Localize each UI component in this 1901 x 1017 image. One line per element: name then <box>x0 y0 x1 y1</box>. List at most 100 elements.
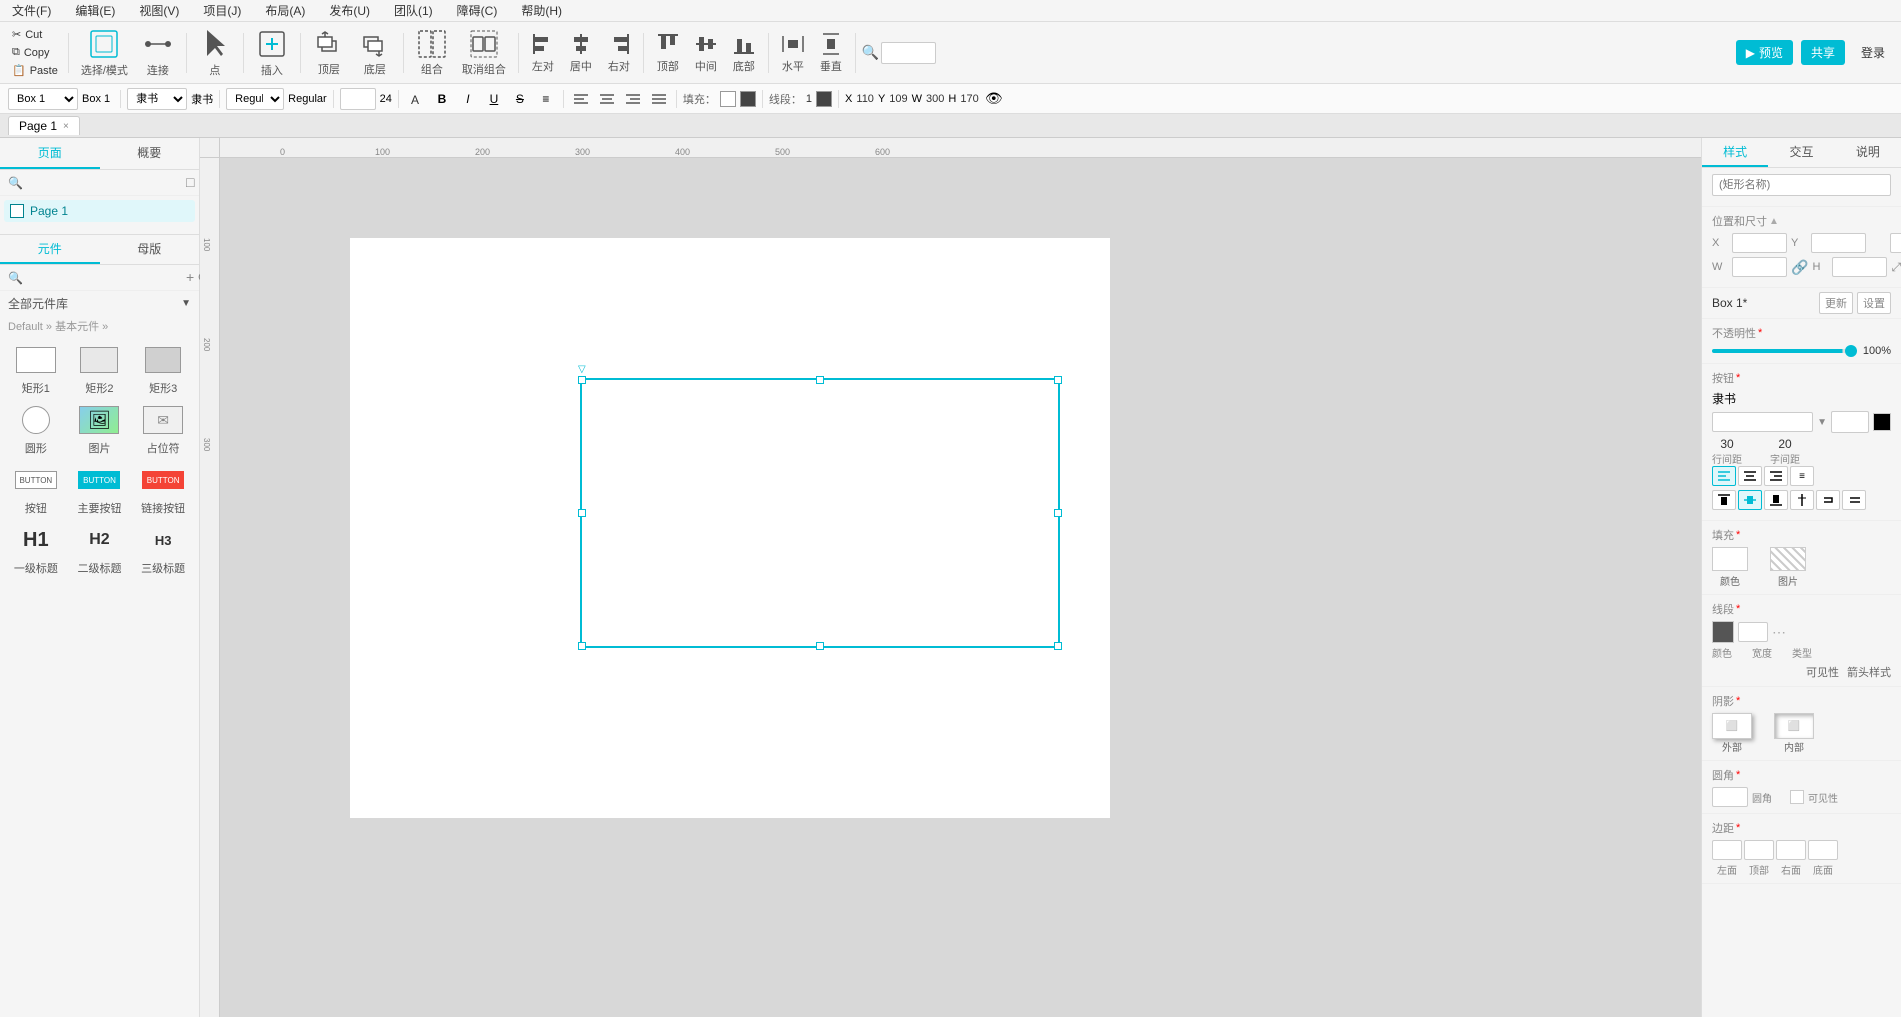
comp-button[interactable]: BUTTON 按钮 <box>8 464 64 516</box>
zoom-input[interactable]: 200% <box>881 42 936 64</box>
w-input[interactable]: 300 <box>1732 257 1787 277</box>
align-right-tool[interactable]: 右对 <box>601 26 637 80</box>
handle-bc[interactable] <box>816 642 824 650</box>
font-size-input[interactable]: 24 <box>340 88 376 110</box>
menu-obstacle[interactable]: 障碍(C) <box>453 0 502 21</box>
stroke-color-swatch[interactable] <box>1712 621 1734 643</box>
distribute-h-tool[interactable]: 水平 <box>775 26 811 80</box>
shape-name-input[interactable] <box>1712 174 1891 196</box>
align-right-text-button[interactable] <box>622 88 644 110</box>
align-left-text-button[interactable] <box>570 88 592 110</box>
comp-tab-components[interactable]: 元件 <box>0 235 100 264</box>
ungroup-tool[interactable]: 取消组合 <box>456 26 512 80</box>
font-color-swatch[interactable] <box>1873 413 1891 431</box>
copy-button[interactable]: ⧉ Copy <box>8 44 62 61</box>
point-tool[interactable]: 点 <box>193 26 237 80</box>
tab-close-icon[interactable]: × <box>63 121 69 132</box>
font-weight-input[interactable]: Regular <box>1712 412 1813 432</box>
selected-box[interactable]: ▽ <box>580 378 1060 648</box>
comp-circle[interactable]: 圆形 <box>8 404 64 456</box>
text-color-button[interactable]: A <box>405 88 427 110</box>
handle-mr[interactable] <box>1054 509 1062 517</box>
tab-pages[interactable]: 页面 <box>0 138 100 169</box>
group-tool[interactable]: 组合 <box>410 26 454 80</box>
tab-overview[interactable]: 概要 <box>100 138 200 169</box>
add-page-icon[interactable]: □ <box>186 174 194 191</box>
line-color-swatch[interactable] <box>816 91 832 107</box>
y-input[interactable]: 109 <box>1811 233 1866 253</box>
comp-image[interactable]: 🖼 图片 <box>72 404 128 456</box>
add-comp-icon[interactable]: + <box>186 269 194 286</box>
login-button[interactable]: 登录 <box>1853 40 1893 65</box>
text-valign-mid-btn[interactable] <box>1738 490 1762 510</box>
cut-button[interactable]: ✂ Cut <box>8 26 62 43</box>
text-valign-bottom-btn[interactable] <box>1764 490 1788 510</box>
handle-tc[interactable] <box>816 376 824 384</box>
handle-tr[interactable] <box>1054 376 1062 384</box>
box-type-select[interactable]: Box 1 <box>8 88 78 110</box>
update2-button[interactable]: 设置 <box>1857 292 1891 314</box>
align-mid-tool[interactable]: 中间 <box>688 26 724 80</box>
comp-h3[interactable]: H3 三级标题 <box>135 524 191 576</box>
lock-icon[interactable]: 🔗 <box>1791 259 1808 276</box>
top-layer-tool[interactable]: 顶层 <box>307 26 351 80</box>
handle-ml[interactable] <box>578 509 586 517</box>
align-top-tool[interactable]: 顶部 <box>650 26 686 80</box>
fill-color-btn[interactable]: 颜色 <box>1712 547 1748 588</box>
comp-placeholder[interactable]: ✉ 占位符 <box>135 404 191 456</box>
stroke-type-icon[interactable]: ⋯ <box>1772 624 1786 641</box>
update-button[interactable]: 更新 <box>1819 292 1853 314</box>
text-align-center-btn[interactable] <box>1738 466 1762 486</box>
paste-button[interactable]: 📋 Paste <box>8 62 62 79</box>
comp-rect2[interactable]: 矩形2 <box>72 344 128 396</box>
fill-dark-swatch[interactable] <box>740 91 756 107</box>
align-justify-text-button[interactable] <box>648 88 670 110</box>
menu-help[interactable]: 帮助(H) <box>517 0 566 21</box>
preview-button[interactable]: ▶ 预览 <box>1736 40 1793 65</box>
comp-search-input[interactable] <box>27 271 182 285</box>
pages-search-input[interactable] <box>27 176 182 190</box>
radius-check[interactable] <box>1790 790 1804 804</box>
fill-color-swatch[interactable] <box>720 91 736 107</box>
shadow-inner[interactable]: ⬜ 内部 <box>1774 713 1814 754</box>
handle-bl[interactable] <box>578 642 586 650</box>
pad-left-input[interactable]: 2 <box>1712 840 1742 860</box>
radius-input[interactable]: 0 <box>1712 787 1748 807</box>
right-tab-interact[interactable]: 交互 <box>1768 138 1834 167</box>
share-button[interactable]: 共享 <box>1801 40 1845 65</box>
r-input[interactable]: 0 <box>1890 233 1901 253</box>
bold-button[interactable]: B <box>431 88 453 110</box>
handle-br[interactable] <box>1054 642 1062 650</box>
pad-bottom-input[interactable]: 2 <box>1808 840 1838 860</box>
font-size-right-input[interactable]: 24 <box>1831 411 1869 433</box>
right-tab-style[interactable]: 样式 <box>1702 138 1768 167</box>
right-tab-notes[interactable]: 说明 <box>1835 138 1901 167</box>
menu-project[interactable]: 项目(J) <box>199 0 245 21</box>
eye-button[interactable]: 👁 <box>983 88 1005 110</box>
menu-view[interactable]: 视图(V) <box>135 0 183 21</box>
resize-icon[interactable]: ⤢ <box>1891 260 1901 275</box>
connect-tool[interactable]: 连接 <box>136 26 180 80</box>
comp-tab-master[interactable]: 母版 <box>100 235 200 264</box>
text-align-left-btn[interactable] <box>1712 466 1736 486</box>
list-button[interactable]: ≡ <box>535 88 557 110</box>
comp-rect3[interactable]: 矩形3 <box>135 344 191 396</box>
h-input[interactable]: 170 <box>1832 257 1887 277</box>
pad-top-input[interactable]: 2 <box>1744 840 1774 860</box>
comp-rect1[interactable]: 矩形1 <box>8 344 64 396</box>
fill-image-btn[interactable]: 图片 <box>1770 547 1806 588</box>
pad-right-input[interactable]: 2 <box>1776 840 1806 860</box>
align-center-tool[interactable]: 居中 <box>563 26 599 80</box>
menu-publish[interactable]: 发布(U) <box>325 0 374 21</box>
library-header[interactable]: 全部元件库 ▼ <box>0 291 199 316</box>
select-tool[interactable]: 选择/模式 <box>75 26 134 80</box>
text-valign-top-btn[interactable] <box>1712 490 1736 510</box>
align-left-tool[interactable]: 左对 <box>525 26 561 80</box>
bottom-layer-tool[interactable]: 底层 <box>353 26 397 80</box>
stroke-width-input[interactable]: 1 <box>1738 622 1768 642</box>
text-align-right-btn[interactable] <box>1764 466 1788 486</box>
comp-link-button[interactable]: BUTTON 链接按钮 <box>135 464 191 516</box>
text-vert-btn[interactable] <box>1790 490 1814 510</box>
text-wrap-btn[interactable] <box>1816 490 1840 510</box>
align-center-text-button[interactable] <box>596 88 618 110</box>
